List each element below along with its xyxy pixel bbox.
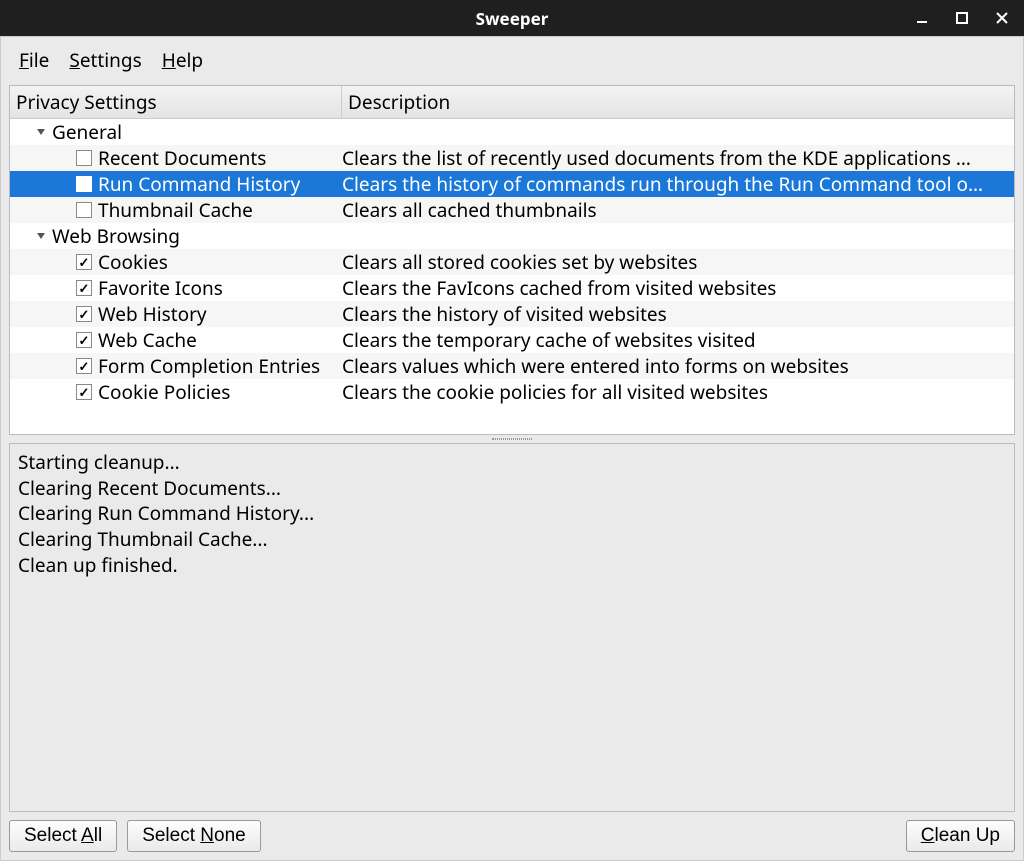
item-description: Clears the FavIcons cached from visited …	[342, 275, 1014, 301]
item-checkbox[interactable]	[76, 254, 92, 270]
item-description: Clears the history of visited websites	[342, 301, 1014, 327]
log-line: Clearing Run Command History...	[18, 501, 1006, 527]
tree-item-row[interactable]: Run Command History Clears the history of…	[10, 171, 1014, 197]
item-label: Run Command History	[98, 171, 300, 197]
tree-item-row[interactable]: Recent Documents Clears the list of recen…	[10, 145, 1014, 171]
item-description: Clears values which were entered into fo…	[342, 353, 1014, 379]
tree-item-row[interactable]: Web Cache Clears the temporary cache of w…	[10, 327, 1014, 353]
splitter[interactable]	[1, 435, 1023, 443]
window-controls	[908, 0, 1016, 36]
close-button[interactable]	[988, 4, 1016, 32]
tree-item-row[interactable]: Form Completion Entries Clears values whi…	[10, 353, 1014, 379]
item-checkbox[interactable]	[76, 176, 92, 192]
group-label: General	[52, 119, 122, 145]
item-description: Clears the temporary cache of websites v…	[342, 327, 1014, 353]
minimize-button[interactable]	[908, 4, 936, 32]
tree-header: Privacy Settings Description	[10, 86, 1014, 119]
tree-item-row[interactable]: Cookie Policies Clears the cookie policie…	[10, 379, 1014, 405]
group-label: Web Browsing	[52, 223, 180, 249]
tree-body[interactable]: GeneralRecent Documents Clears the list o…	[10, 119, 1014, 434]
select-all-button[interactable]: Select All	[9, 820, 117, 852]
log-line: Starting cleanup...	[18, 450, 1006, 476]
clean-up-button[interactable]: Clean Up	[906, 820, 1015, 852]
tree-group-row[interactable]: Web Browsing	[10, 223, 1014, 249]
titlebar: Sweeper	[0, 0, 1024, 36]
item-checkbox[interactable]	[76, 150, 92, 166]
expander-icon[interactable]	[32, 123, 50, 141]
maximize-button[interactable]	[948, 4, 976, 32]
window-title: Sweeper	[476, 7, 549, 30]
column-privacy-settings[interactable]: Privacy Settings	[10, 86, 342, 118]
privacy-tree: Privacy Settings Description GeneralRece…	[9, 85, 1015, 435]
select-none-button[interactable]: Select None	[127, 820, 261, 852]
tree-group-row[interactable]: General	[10, 119, 1014, 145]
item-checkbox[interactable]	[76, 332, 92, 348]
tree-item-row[interactable]: Web History Clears the history of visited…	[10, 301, 1014, 327]
item-label: Web Cache	[98, 327, 197, 353]
item-label: Cookies	[98, 249, 168, 275]
expander-icon[interactable]	[32, 227, 50, 245]
menubar: File Settings Help	[1, 37, 1023, 85]
tree-item-row[interactable]: Favorite Icons Clears the FavIcons cached…	[10, 275, 1014, 301]
item-checkbox[interactable]	[76, 384, 92, 400]
item-description: Clears the history of commands run throu…	[342, 171, 1014, 197]
menu-file[interactable]: File	[11, 43, 57, 77]
app-window: File Settings Help Privacy Settings Desc…	[0, 36, 1024, 861]
tree-item-row[interactable]: Cookies Clears all stored cookies set by …	[10, 249, 1014, 275]
column-description[interactable]: Description	[342, 86, 1014, 118]
item-label: Cookie Policies	[98, 379, 230, 405]
splitter-handle-icon	[492, 438, 532, 440]
item-label: Form Completion Entries	[98, 353, 320, 379]
item-checkbox[interactable]	[76, 358, 92, 374]
item-checkbox[interactable]	[76, 306, 92, 322]
item-description: Clears the list of recently used documen…	[342, 145, 1014, 171]
item-description: Clears all cached thumbnails	[342, 197, 1014, 223]
menu-settings[interactable]: Settings	[61, 43, 149, 77]
item-description: Clears the cookie policies for all visit…	[342, 379, 1014, 405]
item-checkbox[interactable]	[76, 280, 92, 296]
button-row: Select All Select None Clean Up	[1, 812, 1023, 860]
log-output[interactable]: Starting cleanup...Clearing Recent Docum…	[9, 443, 1015, 812]
log-line: Clean up finished.	[18, 553, 1006, 579]
log-line: Clearing Thumbnail Cache...	[18, 527, 1006, 553]
item-description: Clears all stored cookies set by website…	[342, 249, 1014, 275]
log-line: Clearing Recent Documents...	[18, 476, 1006, 502]
item-checkbox[interactable]	[76, 202, 92, 218]
tree-item-row[interactable]: Thumbnail Cache Clears all cached thumbna…	[10, 197, 1014, 223]
item-label: Thumbnail Cache	[98, 197, 253, 223]
item-label: Favorite Icons	[98, 275, 223, 301]
item-label: Web History	[98, 301, 207, 327]
menu-help[interactable]: Help	[154, 43, 211, 77]
item-label: Recent Documents	[98, 145, 266, 171]
